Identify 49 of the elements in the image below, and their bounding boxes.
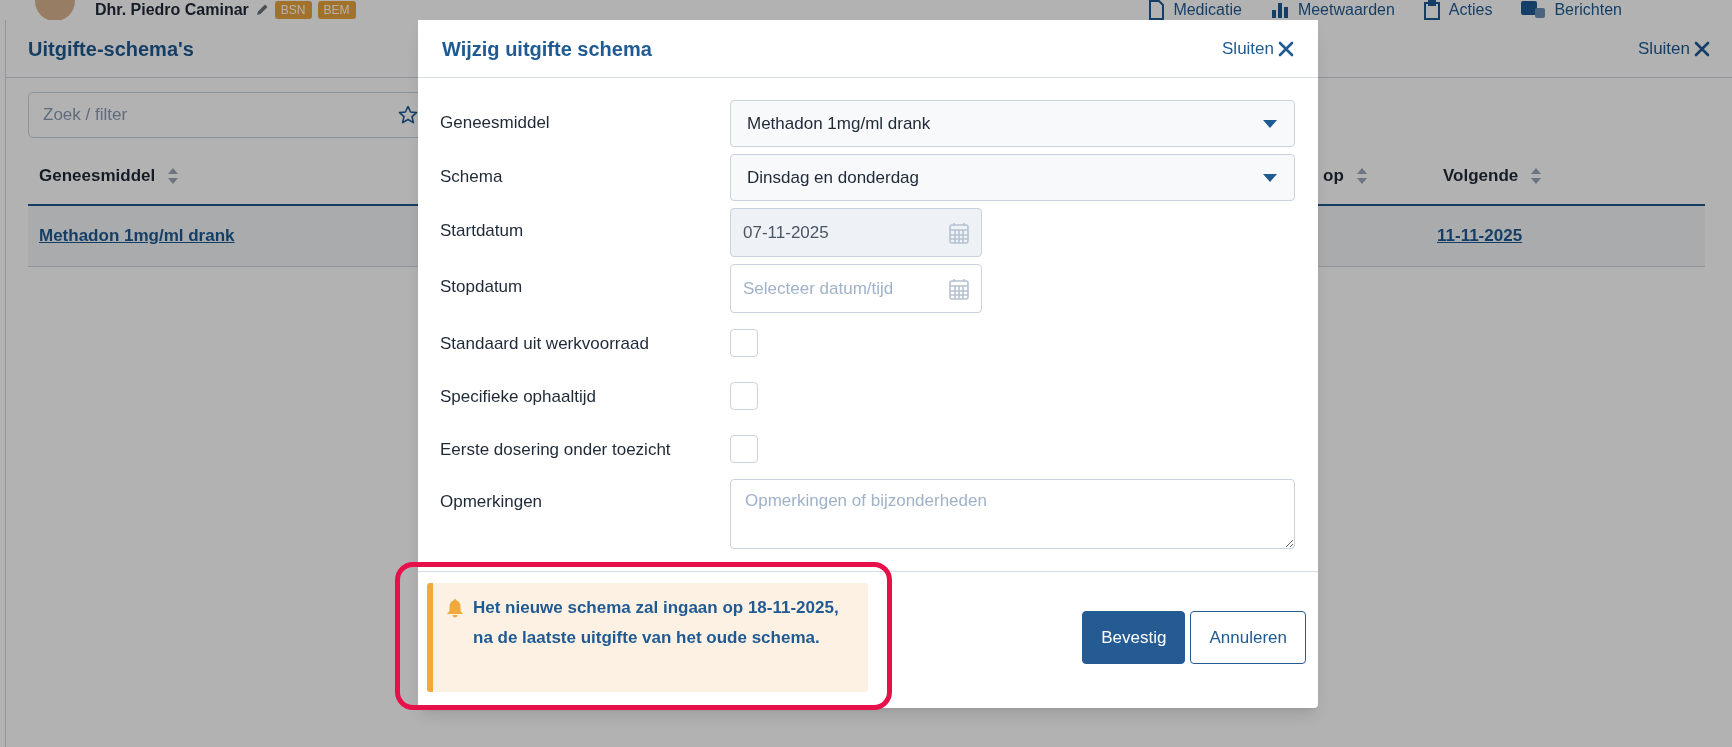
bell-icon bbox=[445, 598, 465, 618]
clipboard-icon bbox=[1422, 0, 1441, 20]
nav-link[interactable]: Berichten bbox=[1520, 0, 1622, 20]
alert-text: Het nieuwe schema zal ingaan op 18-11-2025, na de laatste uitgifte van het oude schema. bbox=[473, 597, 840, 649]
panel-title: Uitgifte-schema's bbox=[28, 36, 194, 62]
field-label: Opmerkingen bbox=[440, 491, 544, 513]
cancel-button[interactable]: Annuleren bbox=[1190, 611, 1306, 664]
field-label: Geneesmiddel bbox=[440, 112, 551, 134]
field-label: Specifieke ophaaltijd bbox=[440, 386, 597, 408]
confirm-button[interactable]: Bevestig bbox=[1082, 611, 1186, 664]
field-label: Standaard uit werkvoorraad bbox=[440, 333, 650, 355]
badge: BEM bbox=[317, 1, 356, 19]
field-label: Schema bbox=[440, 166, 504, 188]
field-label: Eerste dosering onder toezicht bbox=[440, 439, 672, 461]
nav-link[interactable]: Acties bbox=[1422, 0, 1493, 20]
caret-icon bbox=[1262, 172, 1278, 183]
table-link[interactable]: Methadon 1mg/ml drank bbox=[39, 226, 235, 246]
calendar-icon bbox=[949, 221, 969, 244]
bar-chart-icon bbox=[1269, 1, 1290, 19]
star-icon[interactable] bbox=[398, 105, 418, 125]
badge: BSN bbox=[274, 1, 312, 19]
checkbox[interactable] bbox=[730, 435, 758, 463]
column-header[interactable]: op bbox=[1323, 163, 1344, 189]
close-icon bbox=[1278, 40, 1294, 57]
sort-icon[interactable] bbox=[1355, 167, 1368, 185]
caret-icon bbox=[1262, 118, 1278, 129]
modal-title: Wijzig uitgifte schema bbox=[442, 36, 652, 62]
close-button[interactable]: Sluiten bbox=[1638, 35, 1710, 62]
patient-name: Dhr. Piedro Caminar bbox=[95, 1, 249, 19]
close-button[interactable]: Sluiten bbox=[1222, 35, 1294, 62]
field-label: Stopdatum bbox=[440, 276, 524, 298]
pencil-icon[interactable] bbox=[254, 3, 269, 17]
comments-field[interactable]: Opmerkingen of bijzonderheden bbox=[730, 479, 1295, 549]
nav-link[interactable]: Meetwaarden bbox=[1269, 1, 1395, 19]
nav-link[interactable]: Medicatie bbox=[1147, 0, 1242, 20]
sort-icon[interactable] bbox=[1530, 167, 1543, 185]
select-field[interactable]: Methadon 1mg/ml drank bbox=[730, 100, 1295, 147]
calendar-icon bbox=[949, 277, 969, 300]
column-header[interactable]: Geneesmiddel bbox=[39, 163, 156, 189]
checkbox[interactable] bbox=[730, 329, 758, 357]
sort-icon[interactable] bbox=[167, 167, 180, 185]
field-label: Startdatum bbox=[440, 220, 525, 242]
chat-icon bbox=[1520, 0, 1547, 20]
document-icon bbox=[1147, 0, 1166, 20]
table-link[interactable]: 11-11-2025 bbox=[1437, 226, 1523, 246]
checkbox[interactable] bbox=[730, 382, 758, 410]
column-header[interactable]: Volgende bbox=[1443, 163, 1519, 189]
close-icon bbox=[1694, 40, 1710, 57]
select-field[interactable]: Dinsdag en donderdag bbox=[730, 154, 1295, 201]
